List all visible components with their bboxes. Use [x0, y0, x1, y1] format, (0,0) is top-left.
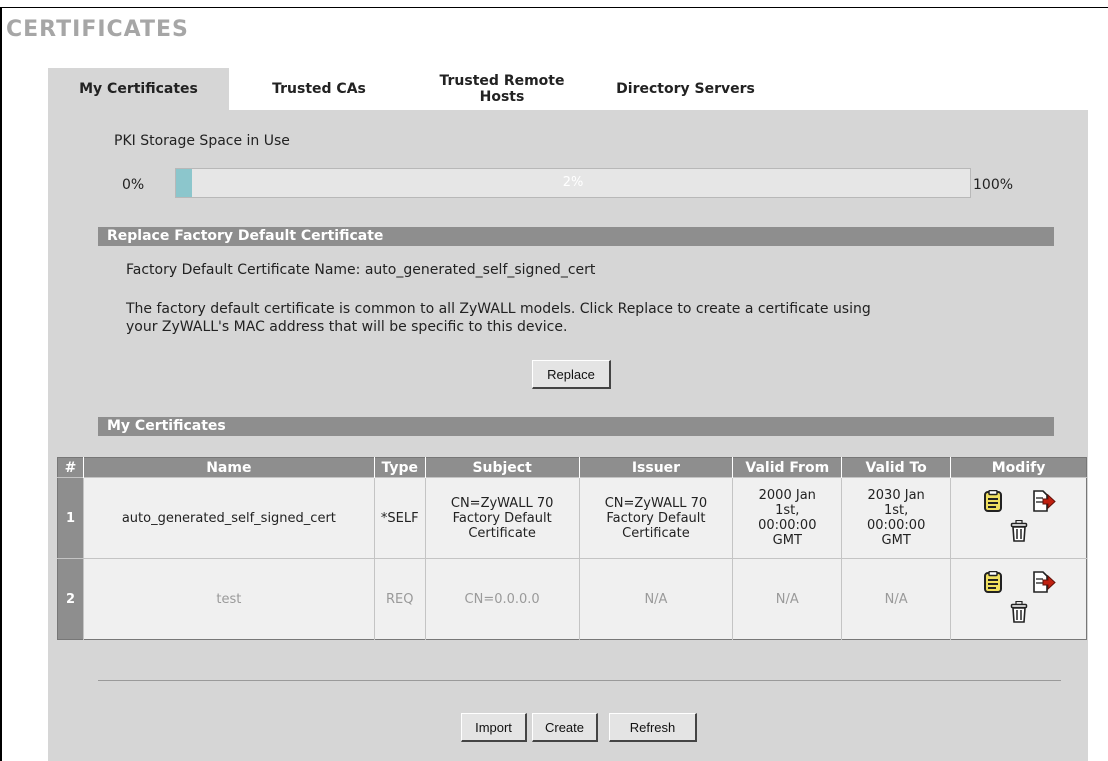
col-header-valid-from: Valid From	[732, 457, 842, 478]
cert-valid-from-line: GMT	[772, 533, 802, 548]
col-header-subject: Subject	[424, 457, 580, 478]
cert-valid-to-line: 2030 Jan	[867, 488, 925, 503]
my-certificates-section-header: My Certificates	[98, 417, 1054, 436]
col-header-modify: Modify	[950, 457, 1087, 478]
cert-valid-to-line: GMT	[881, 533, 911, 548]
cert-issuer-line: CN=ZyWALL 70	[604, 495, 708, 511]
content-panel: PKI Storage Space in Use 0% 2% 100% Repl…	[48, 110, 1088, 761]
table-header-row: # Name Type Subject Issuer Valid From Va…	[57, 457, 1087, 478]
cert-valid-to-line: 1st,	[884, 503, 909, 518]
replace-section-header: Replace Factory Default Certificate	[98, 227, 1054, 246]
import-button[interactable]: Import	[461, 713, 527, 742]
storage-progress-bar: 2%	[175, 168, 971, 198]
export-icon[interactable]	[1032, 571, 1056, 597]
modify-cell	[950, 477, 1087, 559]
frame-left-line	[0, 8, 2, 761]
col-header-issuer: Issuer	[578, 457, 733, 478]
replace-button[interactable]: Replace	[532, 360, 611, 389]
factory-cert-description-2: your ZyWALL's MAC address that will be s…	[126, 319, 568, 335]
tab-trusted-cas[interactable]: Trusted CAs	[229, 68, 409, 110]
cert-valid-from-line: 2000 Jan	[758, 488, 816, 503]
cert-subject: CN=0.0.0.0	[424, 558, 580, 640]
tab-directory-servers[interactable]: Directory Servers	[595, 68, 776, 110]
cert-valid-to: 2030 Jan 1st, 00:00:00 GMT	[841, 477, 951, 559]
storage-min-label: 0%	[122, 177, 145, 193]
cert-issuer-line: Certificate	[622, 525, 690, 541]
cert-valid-from-line: 1st,	[775, 503, 800, 518]
delete-trash-icon[interactable]	[1010, 519, 1028, 546]
factory-cert-description-1: The factory default certificate is commo…	[126, 301, 871, 317]
cert-issuer-line: Factory Default	[606, 510, 706, 526]
factory-cert-name: Factory Default Certificate Name: auto_g…	[126, 262, 596, 278]
certificates-table: # Name Type Subject Issuer Valid From Va…	[57, 457, 1087, 640]
cert-valid-from-line: 00:00:00	[758, 518, 817, 533]
cert-valid-to: N/A	[841, 558, 951, 640]
modify-cell	[950, 558, 1087, 640]
delete-trash-icon[interactable]	[1010, 600, 1028, 627]
cert-valid-from: 2000 Jan 1st, 00:00:00 GMT	[732, 477, 842, 559]
cert-subject-line: Certificate	[468, 525, 536, 541]
col-header-type: Type	[373, 457, 426, 478]
cert-type: *SELF	[373, 477, 426, 559]
edit-details-icon[interactable]	[982, 489, 1004, 516]
storage-max-label: 100%	[973, 177, 1014, 193]
row-number: 2	[57, 558, 84, 640]
create-button[interactable]: Create	[532, 713, 598, 742]
cert-name: auto_generated_self_signed_cert	[82, 477, 375, 559]
col-header-num: #	[57, 457, 84, 478]
cert-issuer: N/A	[578, 558, 733, 640]
cert-subject-line: CN=ZyWALL 70	[450, 495, 554, 511]
row-number: 1	[57, 477, 84, 559]
cert-subject: CN=ZyWALL 70 Factory Default Certificate	[424, 477, 580, 559]
tab-trusted-remote-hosts[interactable]: Trusted Remote Hosts	[409, 68, 595, 110]
frame-top-line	[0, 7, 1108, 8]
cert-issuer: CN=ZyWALL 70 Factory Default Certificate	[578, 477, 733, 559]
edit-details-icon[interactable]	[982, 570, 1004, 597]
pki-storage-label: PKI Storage Space in Use	[114, 133, 290, 149]
cert-type: REQ	[373, 558, 426, 640]
divider	[98, 680, 1061, 681]
page-title: CERTIFICATES	[6, 17, 189, 42]
cert-valid-from: N/A	[732, 558, 842, 640]
col-header-name: Name	[82, 457, 375, 478]
cert-valid-to-line: 00:00:00	[866, 518, 926, 533]
table-row[interactable]: 1 auto_generated_self_signed_cert *SELF …	[57, 477, 1087, 559]
cert-subject-line: Factory Default	[452, 510, 552, 526]
tab-my-certificates[interactable]: My Certificates	[48, 68, 229, 110]
tab-bar: My Certificates Trusted CAs Trusted Remo…	[48, 68, 776, 110]
col-header-valid-to: Valid To	[841, 457, 951, 478]
storage-used-label: 2%	[562, 175, 584, 190]
cert-name: test	[82, 558, 375, 640]
table-row[interactable]: 2 test REQ CN=0.0.0.0 N/A N/A N/A	[57, 558, 1087, 640]
refresh-button[interactable]: Refresh	[609, 713, 697, 742]
export-icon[interactable]	[1032, 490, 1056, 516]
